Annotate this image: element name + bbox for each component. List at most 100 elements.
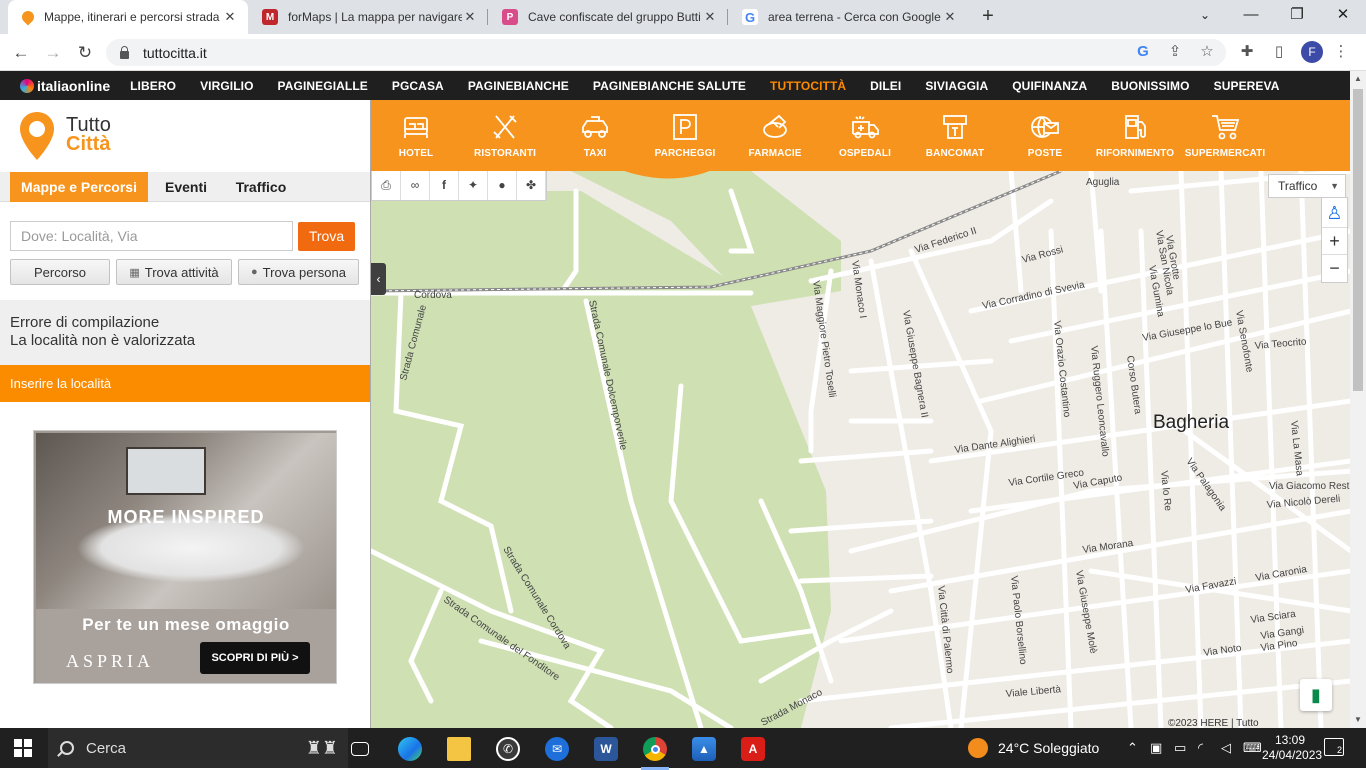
nav-link-tuttocitta[interactable]: TUTTOCITTÀ <box>770 79 846 93</box>
taskbar-clock[interactable]: 13:09 24/04/2023 <box>1262 733 1322 763</box>
category-ristoranti[interactable]: RISTORANTI <box>460 100 550 171</box>
apple-icon[interactable]: ● <box>488 171 517 200</box>
nav-link-paginebianche[interactable]: PAGINEBIANCHE <box>468 79 569 93</box>
edge-icon[interactable] <box>388 732 432 766</box>
minimize-button[interactable]: — <box>1228 0 1274 30</box>
word-icon[interactable]: W <box>584 732 628 766</box>
zoom-out-button[interactable]: − <box>1322 255 1347 282</box>
trova-persona-button[interactable]: ● Trova persona <box>238 259 359 285</box>
reload-icon[interactable]: ↻ <box>72 40 98 66</box>
tab-eventi[interactable]: Eventi <box>152 172 220 202</box>
side-panel-icon[interactable]: ▯ <box>1268 41 1290 63</box>
close-tab-icon[interactable]: ✕ <box>222 9 238 25</box>
taskbar-search[interactable]: Cerca ♜♜ <box>48 728 348 768</box>
start-button[interactable] <box>14 739 32 757</box>
forward-icon[interactable]: → <box>40 40 66 66</box>
close-tab-icon[interactable]: ✕ <box>462 9 478 25</box>
photos-icon[interactable]: ▲ <box>682 732 726 766</box>
facebook-icon[interactable]: f <box>430 171 459 200</box>
notification-center-icon[interactable]: 2 <box>1324 738 1344 756</box>
nav-link-quifinanza[interactable]: QUIFINANZA <box>1012 79 1087 93</box>
omnibox[interactable]: tuttocitta.it <box>106 39 1226 66</box>
locate-me-button[interactable]: ▮ <box>1300 679 1332 711</box>
google-lens-icon[interactable]: G <box>1132 41 1154 63</box>
twitter-icon[interactable]: ✦ <box>459 171 488 200</box>
category-farmacie[interactable]: FARMACIE <box>730 100 820 171</box>
battery-icon[interactable]: ▭ <box>1174 728 1186 768</box>
pegman-icon[interactable]: ♙ <box>1322 198 1347 228</box>
browser-tab-formaps[interactable]: M forMaps | La mappa per navigare ✕ <box>248 0 488 34</box>
zoom-in-button[interactable]: + <box>1322 228 1347 255</box>
nav-link-pgcasa[interactable]: PGCASA <box>392 79 444 93</box>
nav-link-paginegialle[interactable]: PAGINEGIALLE <box>278 79 368 93</box>
tab-traffico[interactable]: Traffico <box>226 172 296 202</box>
meet-now-icon[interactable]: ▣ <box>1150 728 1162 768</box>
mail-icon[interactable]: ✉ <box>535 732 579 766</box>
restore-button[interactable]: ❐ <box>1274 0 1320 30</box>
back-icon[interactable]: ← <box>8 40 34 66</box>
menu-icon[interactable]: ⋮ <box>1330 41 1352 63</box>
url-text: tuttocitta.it <box>143 44 207 61</box>
close-tab-icon[interactable]: ✕ <box>702 9 718 25</box>
nav-link-supereva[interactable]: SUPEREVA <box>1214 79 1280 93</box>
nav-link-siviaggia[interactable]: SIVIAGGIA <box>925 79 988 93</box>
category-bancomat[interactable]: BANCOMAT <box>910 100 1000 171</box>
advertisement[interactable]: MORE INSPIRED Per te un mese omaggio ASP… <box>33 430 337 684</box>
scroll-thumb[interactable] <box>1353 89 1363 391</box>
category-label: FARMACIE <box>748 148 802 159</box>
italiaonline-logo[interactable]: italiaonline <box>20 78 110 94</box>
tray-chevron-up-icon[interactable]: ⌃ <box>1127 728 1138 768</box>
acrobat-icon[interactable]: A <box>731 732 775 766</box>
nav-link-paginebianche-salute[interactable]: PAGINEBIANCHE SALUTE <box>593 79 746 93</box>
scroll-up-icon[interactable]: ▲ <box>1350 71 1366 87</box>
profile-avatar[interactable]: F <box>1301 41 1323 63</box>
nav-link-libero[interactable]: LIBERO <box>130 79 176 93</box>
close-tab-icon[interactable]: ✕ <box>942 9 958 25</box>
keyboard-icon[interactable]: ⌨ <box>1243 728 1262 768</box>
traffic-dropdown[interactable]: Traffico ▼ <box>1268 174 1346 198</box>
atm-icon <box>943 115 967 139</box>
collapse-panel-button[interactable]: ‹ <box>371 263 386 295</box>
category-taxi[interactable]: TAXI <box>550 100 640 171</box>
new-tab-button[interactable]: + <box>976 4 1000 28</box>
category-rifornimento[interactable]: RIFORNIMENTO <box>1090 100 1180 171</box>
tab-mappe-percorsi[interactable]: Mappe e Percorsi <box>10 172 148 202</box>
nav-link-virgilio[interactable]: VIRGILIO <box>200 79 253 93</box>
wifi-icon[interactable]: ◜ <box>1198 728 1203 768</box>
nav-link-buonissimo[interactable]: BUONISSIMO <box>1111 79 1189 93</box>
weather-widget[interactable]: 24°C Soleggiato <box>968 728 1099 768</box>
trova-attivita-button[interactable]: ▦ Trova attività <box>116 259 232 285</box>
ad-cta-button[interactable]: SCOPRI DI PIÙ > <box>200 642 310 674</box>
tuttocitta-logo[interactable]: Tutto Città <box>18 110 111 162</box>
file-explorer-icon[interactable] <box>437 732 481 766</box>
android-icon[interactable]: ✤ <box>517 171 546 200</box>
location-search-input[interactable] <box>10 221 293 251</box>
category-label: HOTEL <box>398 148 434 159</box>
nav-link-dilei[interactable]: DILEI <box>870 79 901 93</box>
category-hotel[interactable]: HOTEL <box>371 100 461 171</box>
bookmark-star-icon[interactable]: ☆ <box>1196 41 1218 63</box>
chrome-icon[interactable] <box>633 732 677 770</box>
category-supermercati[interactable]: SUPERMERCATI <box>1180 100 1270 171</box>
map-canvas[interactable]: Cordova Aguglia Strada Comunale Strada C… <box>371 171 1350 728</box>
tab-search-icon[interactable]: ⌄ <box>1182 0 1228 30</box>
browser-tab-tuttocitta[interactable]: Mappe, itinerari e percorsi strada ✕ <box>8 0 248 34</box>
browser-tab-google[interactable]: G area terrena - Cerca con Google ✕ <box>728 0 968 34</box>
page-scrollbar[interactable]: ▲ ▼ <box>1350 71 1366 728</box>
browser-tab-cave[interactable]: P Cave confiscate del gruppo Butti ✕ <box>488 0 728 34</box>
category-poste[interactable]: POSTE <box>1000 100 1090 171</box>
category-parcheggi[interactable]: PARCHEGGI <box>640 100 730 171</box>
category-ospedali[interactable]: OSPEDALI <box>820 100 910 171</box>
category-label: SUPERMERCATI <box>1184 148 1266 159</box>
whatsapp-icon[interactable]: ✆ <box>486 732 530 766</box>
trova-button[interactable]: Trova <box>298 222 355 251</box>
percorso-button[interactable]: Percorso <box>10 259 110 285</box>
print-icon[interactable]: ⎙ <box>372 171 401 200</box>
volume-icon[interactable]: ◁ <box>1221 728 1231 768</box>
close-window-button[interactable]: ✕ <box>1320 0 1366 30</box>
link-icon[interactable]: ∞ <box>401 171 430 200</box>
share-icon[interactable]: ⇪ <box>1164 41 1186 63</box>
scroll-down-icon[interactable]: ▼ <box>1350 712 1366 728</box>
task-view-icon[interactable] <box>338 732 382 766</box>
extensions-icon[interactable]: ✚ <box>1236 41 1258 63</box>
